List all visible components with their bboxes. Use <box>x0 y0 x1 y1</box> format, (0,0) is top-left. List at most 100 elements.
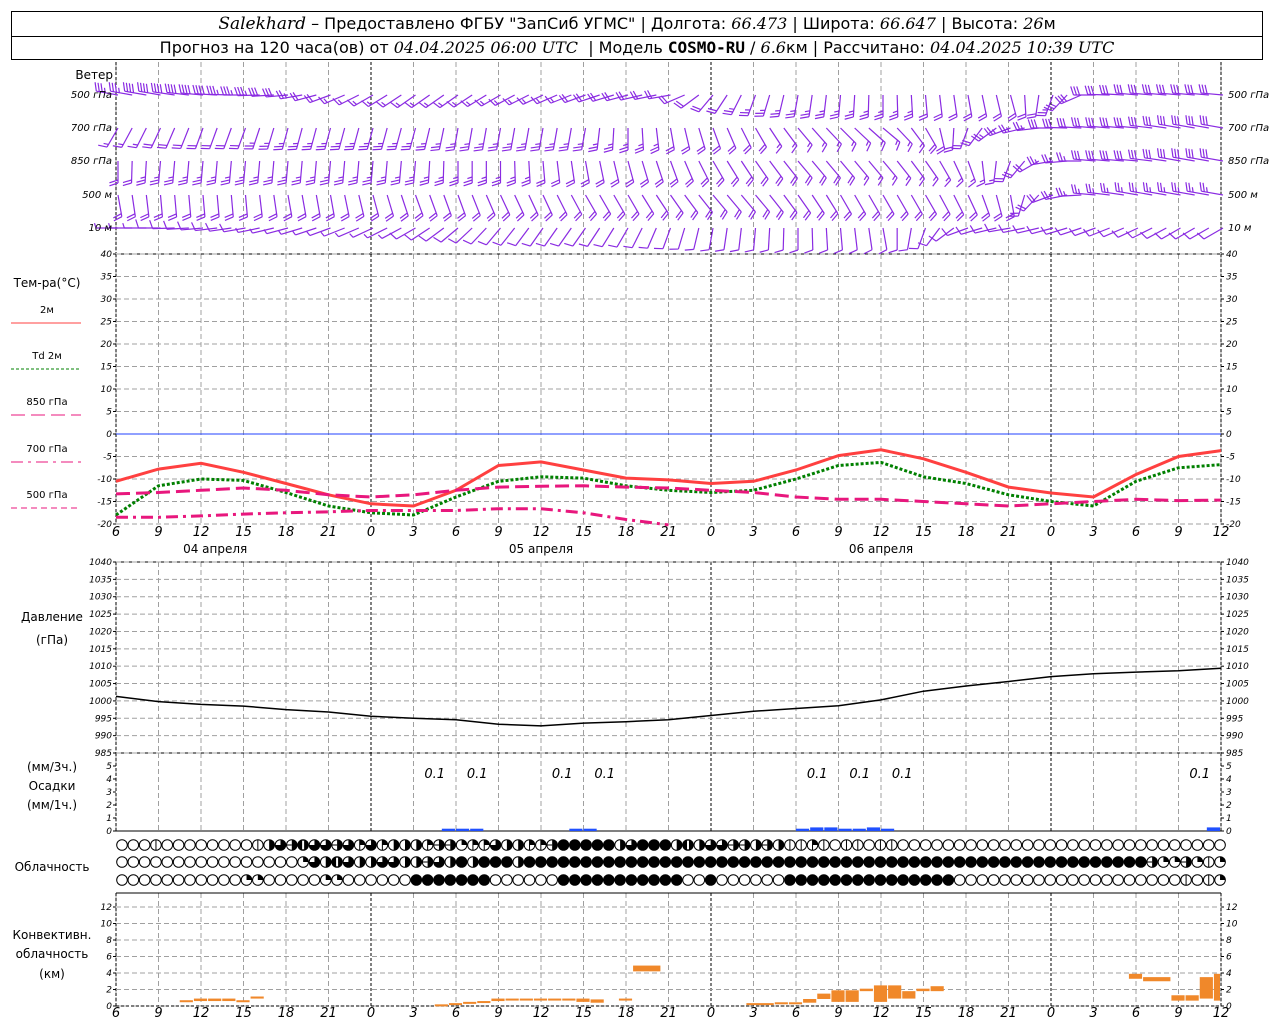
cloud-cover-symbol <box>523 856 536 868</box>
wind-barb <box>593 227 615 248</box>
cloud-cover-symbol <box>365 874 377 886</box>
wind-barb <box>521 160 531 187</box>
wind-barb-staff <box>951 127 955 150</box>
convective-cloud-bar <box>788 1002 803 1005</box>
wind-barb-feather <box>223 86 228 96</box>
wind-barb <box>670 194 684 221</box>
wind-barb-feather <box>1155 84 1160 94</box>
precip-3h-value: 0.1 <box>1189 767 1210 782</box>
wind-barb-staff <box>723 227 728 250</box>
bottom-x-tick: 12 <box>873 1006 890 1021</box>
wind-barb <box>499 194 511 222</box>
wind-barb-feather <box>477 240 487 246</box>
wind-barb-staff <box>755 160 769 180</box>
convective-cloud-bar <box>1199 977 1213 999</box>
wind-barb-feather <box>1085 117 1089 127</box>
wind-barb-feather <box>516 149 526 152</box>
cloud-cover-symbol <box>908 839 921 851</box>
wind-barb-feather <box>821 141 826 147</box>
wind-barb-feather <box>1174 182 1177 192</box>
wind-barb-feather <box>1127 84 1131 94</box>
wind-barb-feather <box>1017 116 1027 121</box>
wind-barb <box>910 194 923 222</box>
wind-barb <box>418 94 445 109</box>
wind-barb <box>800 94 813 119</box>
wind-barb-feather <box>1001 173 1011 179</box>
wind-barb-feather <box>1142 148 1146 158</box>
temperature-tick-label: 10 <box>101 385 113 395</box>
convective-label-1: Конвективн. <box>13 928 92 942</box>
cloud-cover-symbol <box>1089 839 1102 851</box>
cloud-cover-symbol <box>1055 839 1068 851</box>
wind-barb-feather <box>263 179 273 183</box>
wind-barb <box>214 127 232 150</box>
wind-barb-staff <box>854 127 872 144</box>
wind-barb <box>1114 182 1139 196</box>
pressure-tick-label: 1005 <box>89 680 112 690</box>
wind-barb-feather <box>1185 115 1188 125</box>
wind-barb-feather <box>1113 150 1117 160</box>
wind-barb-feather <box>445 149 455 152</box>
cloud-cover-symbol <box>1044 839 1057 851</box>
cloud-cover-symbol <box>976 856 989 868</box>
wind-barb <box>287 127 303 151</box>
cloud-cover-symbol <box>569 856 581 868</box>
wind-barb-feather <box>1116 150 1120 160</box>
pressure-tick-label: 1000 <box>1226 697 1249 707</box>
wind-barb-feather <box>423 102 429 107</box>
wind-barb-feather <box>479 100 485 105</box>
wind-barb-feather <box>320 231 325 237</box>
wind-barb-staff <box>414 194 424 216</box>
convective-tick-label: 4 <box>106 969 112 979</box>
temperature-x-tick: 15 <box>235 525 252 540</box>
wind-barb-feather <box>1191 149 1194 159</box>
cloud-cover-symbol <box>387 856 400 868</box>
wind-barb <box>797 127 813 153</box>
wind-barb-feather <box>122 179 132 184</box>
wind-barb <box>297 194 307 222</box>
wind-barb <box>874 95 884 121</box>
pressure-tick-label: 990 <box>1226 732 1243 742</box>
cloud-cover-symbol <box>1089 856 1102 868</box>
wind-barb-feather <box>1168 232 1177 240</box>
legend-label: 500 гПа <box>26 490 67 501</box>
wind-barb-feather <box>445 146 455 149</box>
wind-barb-feather <box>1159 182 1163 192</box>
wind-barb <box>528 194 539 222</box>
wind-barb-staff <box>669 127 675 150</box>
bottom-x-tick: 12 <box>1213 1006 1230 1021</box>
wind-barb-feather <box>1145 149 1149 159</box>
wind-barb <box>363 227 388 239</box>
wind-barb <box>1040 190 1068 201</box>
wind-barb-feather <box>895 139 899 146</box>
wind-barb-feather <box>416 145 426 148</box>
precip-bar <box>456 828 470 831</box>
cloud-cover-symbol <box>897 874 909 886</box>
precip-3h-value: 0.1 <box>892 767 913 782</box>
wind-barb-feather <box>109 179 119 184</box>
wind-barb-feather <box>159 84 163 94</box>
wind-barb-feather <box>1085 150 1089 160</box>
wind-level-label: 850 гПа <box>71 156 112 167</box>
cloud-cover-symbol <box>704 839 717 851</box>
cloud-cover-symbol <box>625 874 638 886</box>
wind-barb <box>953 160 964 188</box>
wind-barb-staff <box>315 194 321 217</box>
wind-barb-feather <box>874 116 884 121</box>
cloud-cover-symbol <box>682 839 694 851</box>
wind-barb <box>578 227 601 247</box>
wind-barb-staff <box>410 227 430 241</box>
wind-barb-feather <box>491 182 501 187</box>
cloud-cover-symbol <box>840 856 853 868</box>
wind-barb <box>477 161 487 187</box>
wind-barb <box>981 194 991 222</box>
wind-level-label: 700 гПа <box>71 123 112 134</box>
wind-barb <box>258 127 275 150</box>
pressure-tick-label: 1030 <box>1226 593 1249 603</box>
wind-barb-feather <box>234 179 244 183</box>
cloud-cover-symbol <box>931 856 943 868</box>
wind-barb-feather <box>1162 149 1166 159</box>
cloud-cover-symbol <box>1202 874 1215 886</box>
cloud-cover-symbol <box>263 839 275 851</box>
cloud-cover-symbol <box>319 839 332 851</box>
